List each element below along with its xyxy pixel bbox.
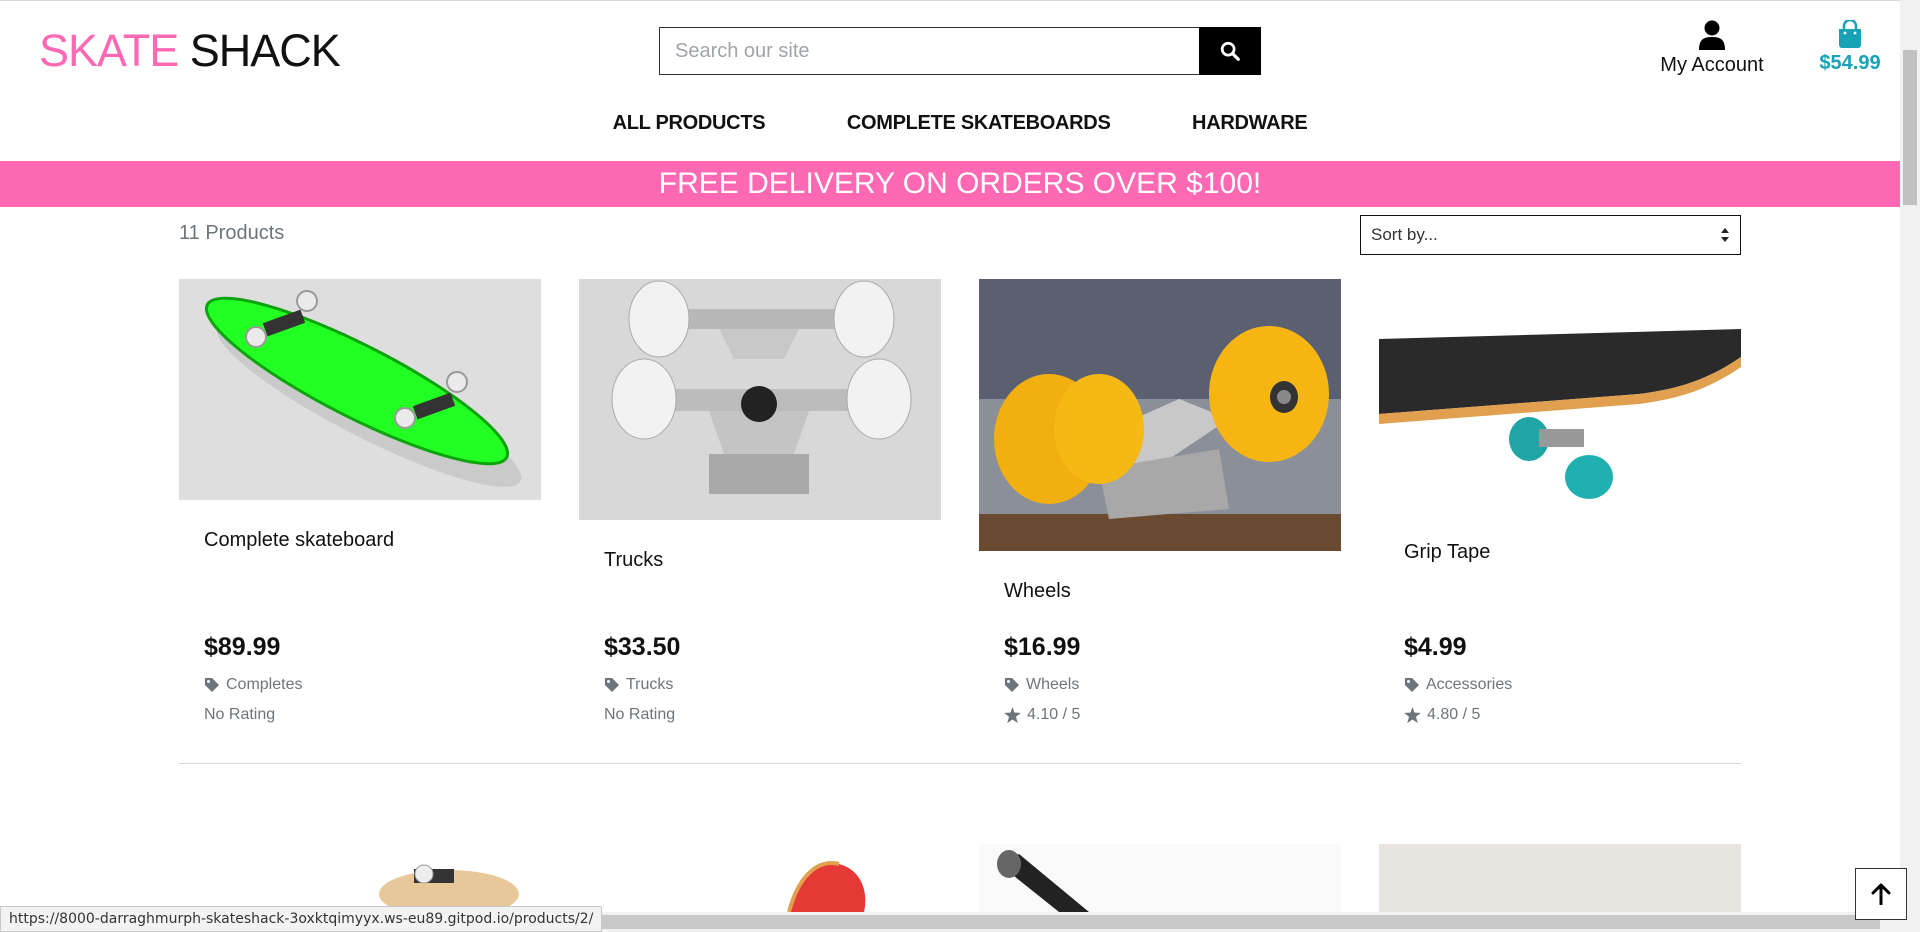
product-image-partial[interactable]	[1379, 844, 1741, 912]
product-card[interactable]: Complete skateboard	[179, 279, 541, 739]
product-image-partial[interactable]	[979, 844, 1341, 912]
my-account-link[interactable]: My Account	[1652, 20, 1772, 77]
main-nav: ALL PRODUCTS COMPLETE SKATEBOARDS HARDWA…	[0, 112, 1920, 135]
product-rating-value: 4.80 / 5	[1427, 706, 1481, 723]
search-form	[659, 27, 1261, 75]
logo-part-shack: SHACK	[189, 25, 341, 76]
product-image-partial[interactable]	[179, 844, 541, 912]
search-button[interactable]	[1199, 27, 1261, 75]
product-image[interactable]	[1379, 279, 1741, 512]
my-account-label: My Account	[1660, 54, 1764, 76]
product-name[interactable]: Trucks	[604, 549, 663, 572]
product-category-label: Completes	[226, 676, 303, 693]
product-name[interactable]: Wheels	[1004, 580, 1071, 603]
row-divider	[179, 763, 1741, 764]
product-category[interactable]: Accessories	[1404, 676, 1512, 694]
top-border	[0, 0, 1920, 1]
skateboard-image	[179, 279, 541, 500]
cart-link[interactable]: $54.99	[1810, 20, 1890, 75]
product-rating: 4.10 / 5	[1004, 706, 1080, 724]
star-icon	[1404, 707, 1421, 723]
product-category-label: Trucks	[626, 676, 674, 693]
shopping-bag-icon	[1839, 20, 1861, 48]
product-name[interactable]: Grip Tape	[1404, 541, 1490, 564]
product-price: $89.99	[204, 633, 281, 661]
product-rating: No Rating	[204, 706, 276, 723]
product-count: 11 Products	[179, 222, 285, 244]
product-rating: No Rating	[604, 706, 676, 723]
sort-selected-value: Sort by...	[1371, 225, 1438, 244]
product-card[interactable]: Wheels	[979, 279, 1341, 739]
search-icon	[1220, 41, 1240, 61]
product-card[interactable]: Grip Tape	[1379, 279, 1741, 739]
status-url-preview: https://8000-darraghmurph-skateshack-3ox…	[0, 906, 603, 932]
delivery-banner: FREE DELIVERY ON ORDERS OVER $100!	[0, 161, 1920, 207]
tag-icon	[1405, 678, 1419, 692]
product-category-label: Accessories	[1426, 676, 1513, 693]
product-category[interactable]: Trucks	[604, 676, 673, 694]
site-logo[interactable]: SKATE SHACK	[39, 25, 341, 76]
star-icon	[1004, 707, 1021, 723]
search-input[interactable]	[659, 27, 1199, 75]
nav-hardware[interactable]: HARDWARE	[1192, 112, 1308, 135]
product-category[interactable]: Wheels	[1004, 676, 1079, 694]
tag-icon	[605, 678, 619, 692]
sort-select[interactable]: Sort by...	[1360, 215, 1741, 255]
sort-arrows-icon	[1721, 228, 1729, 242]
product-price: $16.99	[1004, 633, 1081, 661]
product-image[interactable]	[179, 279, 541, 500]
tag-icon	[1005, 678, 1019, 692]
product-image[interactable]	[579, 279, 941, 520]
product-category-label: Wheels	[1026, 676, 1080, 693]
wheels-image	[979, 279, 1341, 551]
nav-all-products[interactable]: ALL PRODUCTS	[613, 112, 766, 135]
product-image-partial[interactable]	[579, 844, 941, 912]
back-to-top-button[interactable]	[1855, 868, 1907, 920]
product-image[interactable]	[979, 279, 1341, 551]
vertical-scrollbar-thumb[interactable]	[1903, 50, 1917, 205]
trucks-image	[579, 279, 941, 520]
cart-total: $54.99	[1819, 52, 1881, 74]
product-price: $33.50	[604, 633, 681, 661]
product-category[interactable]: Completes	[204, 676, 302, 694]
logo-part-skate: SKATE	[39, 25, 179, 76]
product-rating: 4.80 / 5	[1404, 706, 1480, 724]
nav-complete-skateboards[interactable]: COMPLETE SKATEBOARDS	[847, 112, 1111, 135]
product-rating-value: 4.10 / 5	[1027, 706, 1081, 723]
tag-icon	[205, 678, 219, 692]
grip-tape-image	[1379, 279, 1741, 512]
product-name[interactable]: Complete skateboard	[204, 529, 394, 552]
user-icon	[1699, 20, 1725, 50]
product-price: $4.99	[1404, 633, 1467, 661]
arrow-up-icon	[1871, 883, 1891, 905]
product-card[interactable]: Trucks	[579, 279, 941, 739]
